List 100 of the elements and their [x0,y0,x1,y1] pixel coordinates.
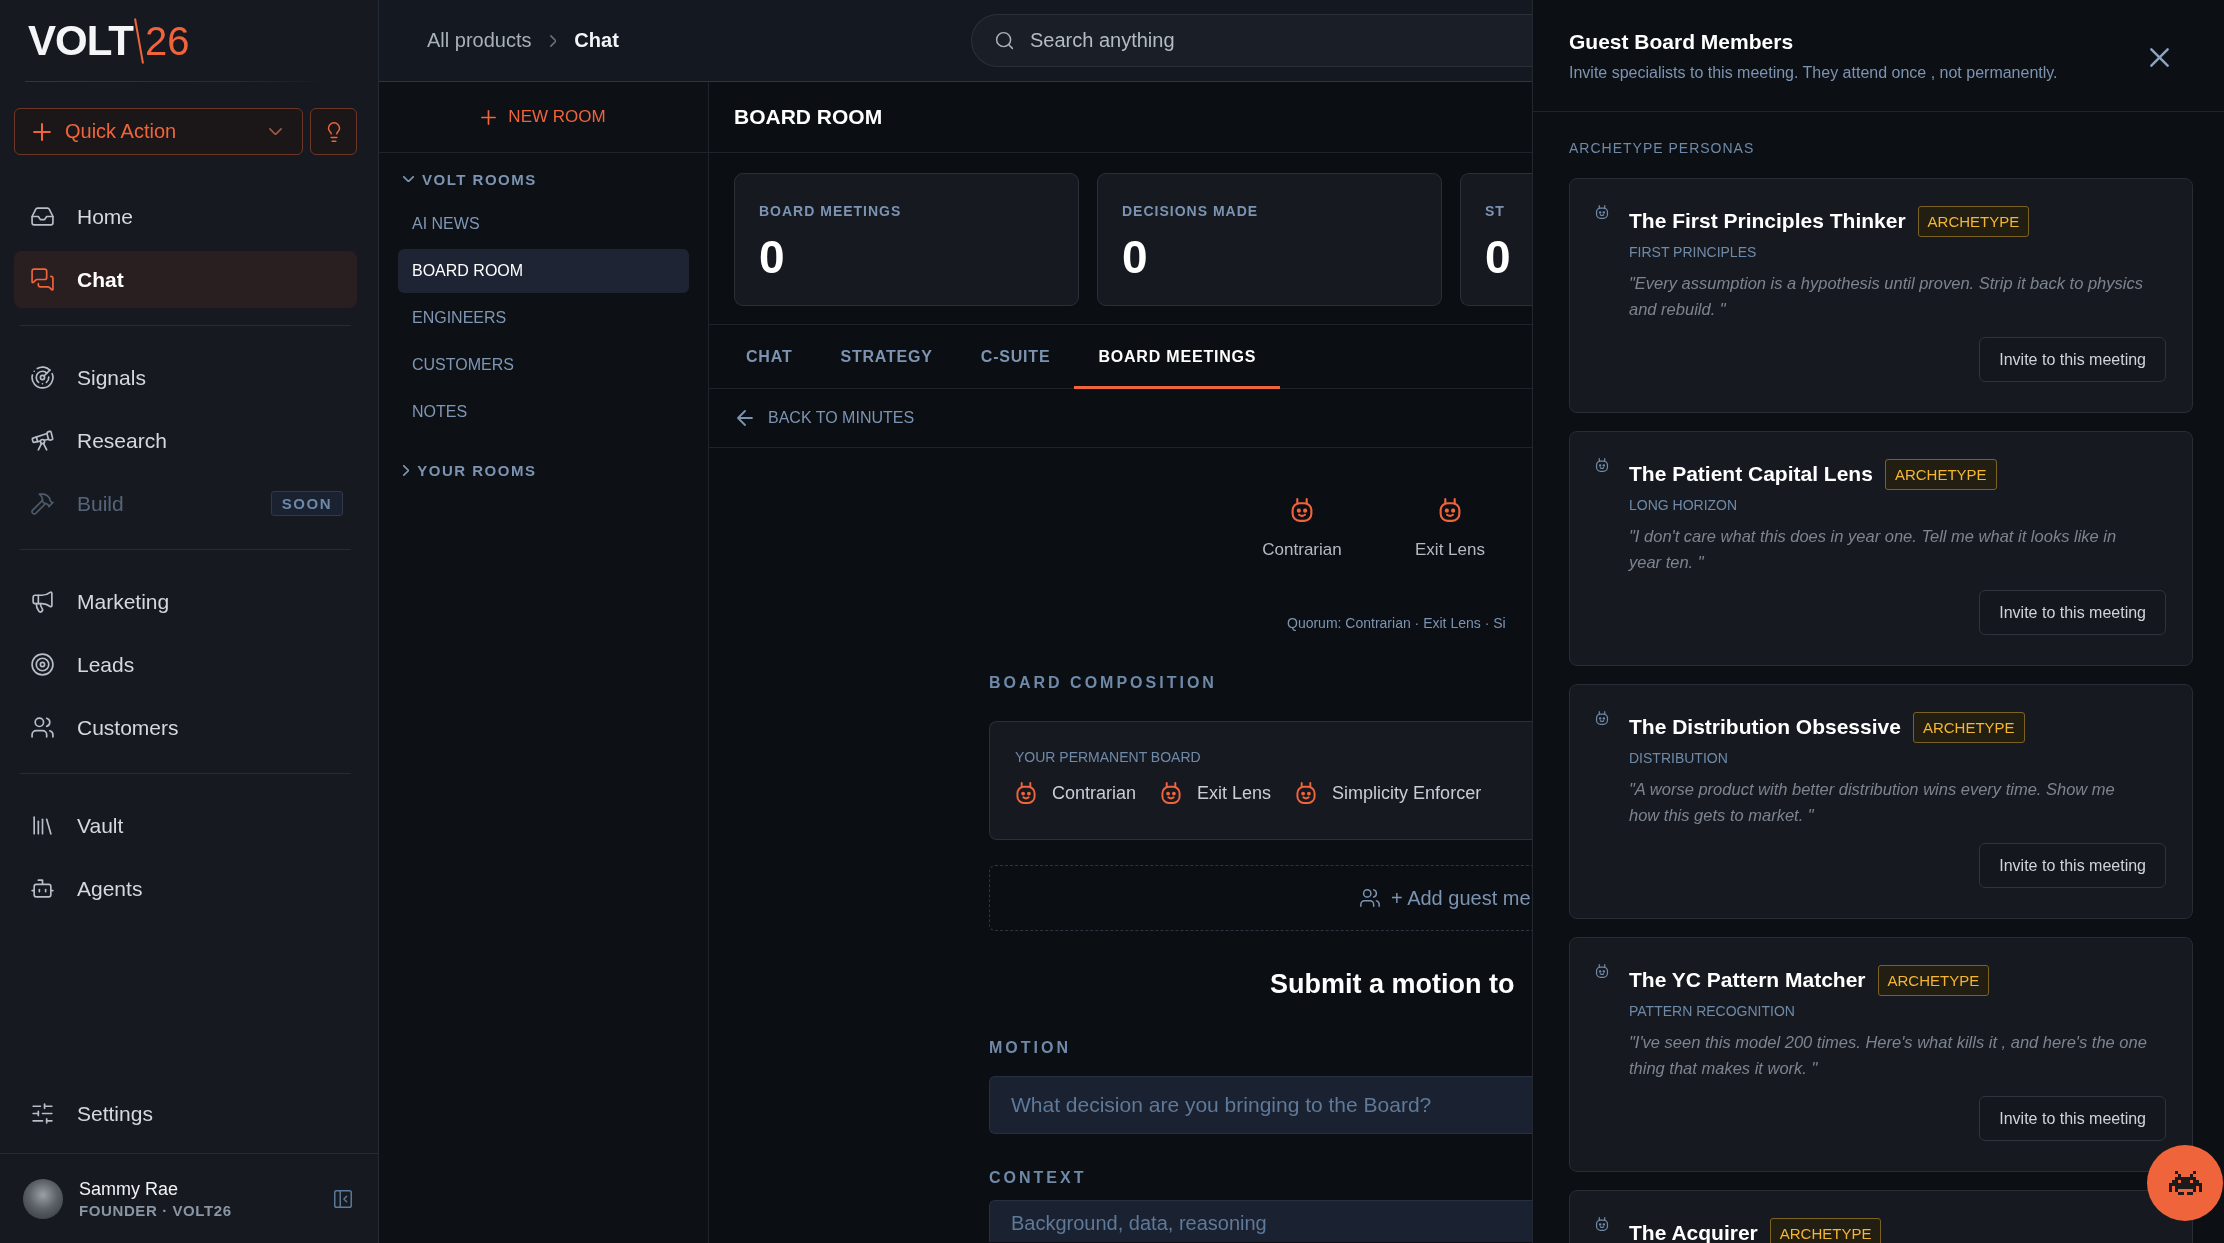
persona-focus: PATTERN RECOGNITION [1629,1002,1795,1021]
robot-icon [1015,782,1037,804]
invite-button[interactable]: Invite to this meeting [1979,843,2166,888]
card-label: YOUR PERMANENT BOARD [1015,748,1201,766]
invite-button[interactable]: Invite to this meeting [1979,590,2166,635]
telescope-icon [30,428,55,453]
megaphone-icon [30,589,55,614]
quorum-text: Quorum: Contrarian · Exit Lens · Si [1286,615,1506,631]
robot-icon [1595,458,1609,472]
archetype-tag: ARCHETYPE [1769,1217,1882,1243]
member-name: Contrarian [1052,782,1137,804]
logo-number: 26 [144,20,190,61]
archetype-tag: ARCHETYPE [1877,964,1990,996]
radar-icon [30,365,55,390]
nav-item[interactable]: Vault [14,797,357,854]
persona-focus: LONG HORIZON [1629,496,1738,515]
room-item[interactable]: CUSTOMERS [398,343,689,387]
persona-quote: "I don't care what this does in year one. Tell me what it looks like in year ten. " [1629,526,2118,573]
user-name: Sammy Rae [79,1178,180,1200]
users-icon [30,715,55,740]
nav-item[interactable]: Leads [14,636,357,693]
motion-heading: Submit a motion to [1270,968,1515,1001]
stat-value: 0 [1122,234,1149,280]
chat-bubbles-icon [30,267,55,292]
drawer-subtitle: Invite specialists to this meeting. They attend once , not permanently. [1569,62,2058,83]
stat-value: 0 [759,234,786,280]
tab[interactable]: CHAT [722,325,817,389]
inbox-icon [30,204,55,229]
books-icon [30,813,55,838]
room-item[interactable]: NOTES [398,390,689,434]
tab[interactable]: C-SUITE [956,325,1075,389]
arrow-left-icon [737,410,753,426]
room-item[interactable]: AI NEWS [398,202,689,246]
nav-item[interactable]: Signals [14,349,357,406]
plus-icon [33,122,51,141]
nav-item[interactable]: Research [14,412,357,469]
logo-wordmark: VOLT [28,19,133,62]
chevron-right-icon [549,34,557,47]
section-heading: BOARD COMPOSITION [989,673,1217,693]
persona-name: The Patient Capital Lens [1629,462,1873,486]
new-room-button[interactable]: NEW ROOM [475,103,612,131]
persona-name: The YC Pattern Matcher [1629,968,1866,992]
context-field[interactable]: Background, data, reasoning [989,1200,1532,1242]
quick-action-button[interactable]: Quick Action [14,108,303,155]
room-group-header[interactable]: YOUR ROOMS [398,458,689,482]
close-icon [2150,48,2169,67]
attendee-name: Contrarian [1262,540,1342,560]
panel-collapse-icon[interactable] [332,1187,354,1210]
back-link[interactable]: BACK TO MINUTES [737,409,915,427]
robot-icon [1438,498,1462,522]
tab[interactable]: BOARD MEETINGS [1074,325,1281,389]
archetype-tag: ARCHETYPE [1917,205,2030,237]
soon-tag: SOON [270,491,343,516]
chevron-right-icon [403,464,410,476]
avatar-placeholder [23,1178,63,1219]
chevron-down-icon [403,175,414,183]
tab[interactable]: STRATEGY [816,325,957,389]
archetype-tag: ARCHETYPE [1884,458,1997,490]
room-item[interactable]: BOARD ROOM [398,249,689,293]
sliders-icon [30,1101,55,1126]
search-field[interactable]: Search anything [971,14,1532,67]
close-button[interactable] [2150,48,2169,67]
robot-icon [1595,711,1609,725]
nav-item[interactable]: Marketing [14,573,357,630]
invite-button[interactable]: Invite to this meeting [1979,1096,2166,1141]
robot-icon [1595,1217,1609,1231]
lightbulb-button[interactable] [310,108,357,155]
member-name: Simplicity Enforcer [1332,782,1482,804]
plus-icon [481,109,497,125]
robot-icon [1595,205,1609,219]
robot-icon [1290,498,1314,522]
nav-item[interactable]: Agents [14,860,357,917]
attendee-name: Exit Lens [1415,540,1485,560]
room-item[interactable]: ENGINEERS [398,296,689,340]
field-label: MOTION [989,1038,1071,1058]
persona-focus: DISTRIBUTION [1629,749,1728,768]
member-name: Exit Lens [1197,782,1272,804]
stat-label: BOARD MEETINGS [759,203,903,219]
settings-nav-item[interactable]: Settings [14,1085,357,1142]
persona-name: The First Principles Thinker [1629,209,1906,233]
breadcrumb-link[interactable]: All products [427,29,532,52]
section-label: ARCHETYPE PERSONAS [1569,139,1755,158]
drawer-title: Guest Board Members [1569,28,1794,55]
field-label: CONTEXT [989,1168,1087,1188]
invite-button[interactable]: Invite to this meeting [1979,337,2166,382]
persona-quote: "A worse product with better distribution wins every time. Show me how this gets to market. " [1629,779,2116,826]
alien-icon [2168,1171,2202,1195]
persona-focus: FIRST PRINCIPLES [1629,243,1757,262]
nav-item[interactable]: Customers [14,699,357,756]
nav-item[interactable]: Home [14,188,357,245]
motion-field[interactable]: What decision are you bringing to the Board? [989,1076,1532,1134]
persona-quote: "Every assumption is a hypothesis until proven. Strip it back to physics and rebuild. " [1629,273,2144,320]
user-role: FOUNDER · VOLT26 [79,1201,232,1219]
breadcrumb-current[interactable]: Chat [574,29,619,52]
hammer-icon [30,491,55,516]
stat-value: 0 [1485,234,1512,280]
room-group-header[interactable]: VOLT ROOMS [398,167,689,191]
chevron-down-icon [269,127,282,136]
nav-item[interactable]: Chat [14,251,357,308]
robot-icon [1595,964,1609,978]
